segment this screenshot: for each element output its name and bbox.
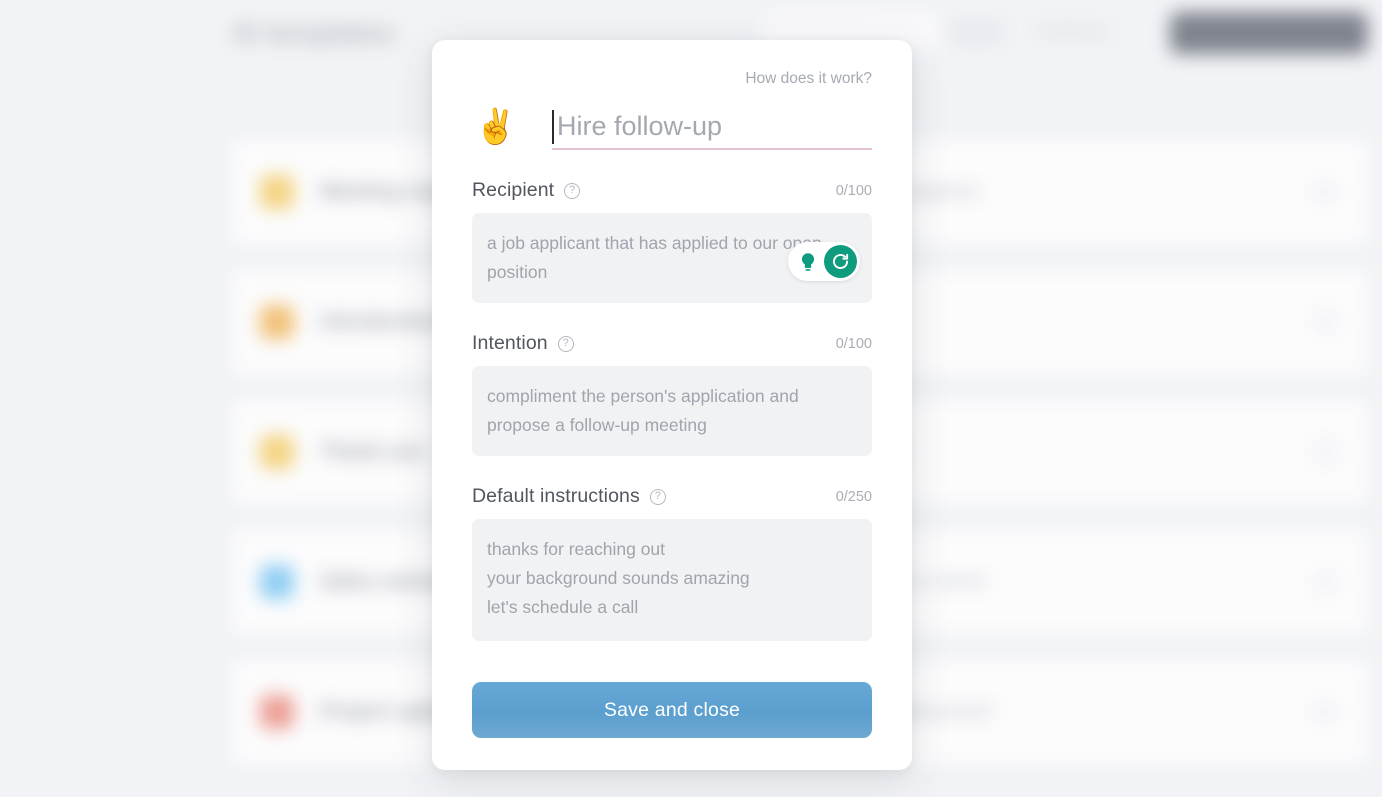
help-icon[interactable]: ? <box>564 182 581 199</box>
field-intention: Intention ? 0/100 compliment the person'… <box>472 332 872 456</box>
default-instructions-value: thanks for reaching out your background … <box>487 539 750 617</box>
template-editor-dialog: How does it work? ✌️ Hire follow-up Reci… <box>432 40 912 770</box>
title-underline <box>552 148 872 150</box>
field-header: Intention ? 0/100 <box>472 332 872 355</box>
title-row: ✌️ Hire follow-up <box>472 104 872 150</box>
field-header: Recipient ? 0/100 <box>472 179 872 202</box>
recipient-input[interactable]: a job applicant that has applied to our … <box>472 213 872 303</box>
field-label-default-instructions: Default instructions <box>472 485 640 507</box>
field-label-intention: Intention <box>472 332 548 354</box>
char-counter-intention: 0/100 <box>835 335 872 352</box>
save-and-close-button[interactable]: Save and close <box>472 682 872 738</box>
ai-actions-group <box>788 242 860 281</box>
how-does-it-work-link[interactable]: How does it work? <box>745 70 872 89</box>
field-recipient: Recipient ? 0/100 a job applicant that h… <box>472 179 872 303</box>
how-it-works-row: How does it work? <box>472 40 872 88</box>
default-instructions-input[interactable]: thanks for reaching out your background … <box>472 519 872 641</box>
char-counter-recipient: 0/100 <box>835 182 872 199</box>
intention-value: compliment the person's application and … <box>487 386 804 435</box>
char-counter-default-instructions: 0/250 <box>835 488 872 505</box>
text-cursor <box>552 110 554 144</box>
lightbulb-icon[interactable] <box>791 245 824 278</box>
field-default-instructions: Default instructions ? 0/250 thanks for … <box>472 485 872 641</box>
regenerate-icon[interactable] <box>824 245 857 278</box>
intention-input[interactable]: compliment the person's application and … <box>472 366 872 456</box>
field-label-recipient: Recipient <box>472 179 555 201</box>
help-icon[interactable]: ? <box>649 488 666 505</box>
template-title-field[interactable]: Hire follow-up <box>552 104 872 150</box>
field-header: Default instructions ? 0/250 <box>472 485 872 508</box>
template-title-input[interactable]: Hire follow-up <box>552 104 872 148</box>
victory-hand-emoji[interactable]: ✌️ <box>472 104 520 150</box>
help-icon[interactable]: ? <box>557 335 574 352</box>
